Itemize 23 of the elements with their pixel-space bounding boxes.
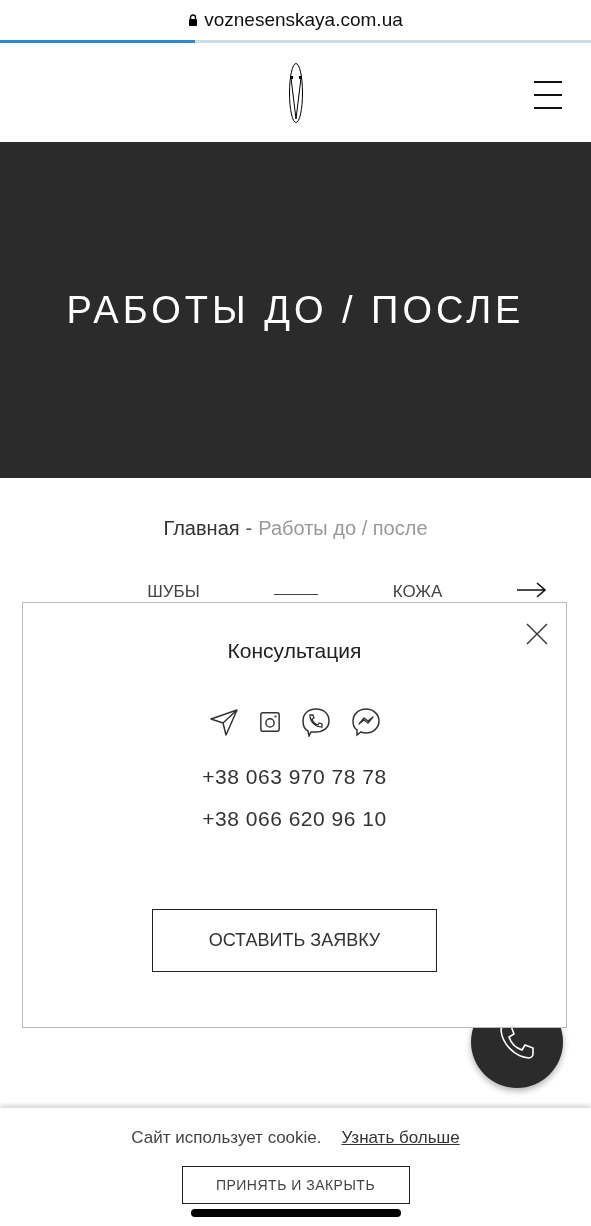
phone-number-link[interactable]: +38 063 970 78 78 (202, 765, 387, 789)
accept-button[interactable]: ПРИНЯТЬ И ЗАКРЫТЬ (181, 1166, 410, 1204)
phone-number-link[interactable]: +38 066 620 96 10 (202, 807, 387, 831)
paper-plane-icon[interactable] (208, 707, 239, 737)
breadcrumb-separator: - (245, 516, 253, 540)
menu-icon[interactable] (533, 81, 563, 109)
hero-title: РАБОТЫ ДО / ПОСЛЕ (66, 288, 525, 332)
close-icon[interactable] (526, 623, 548, 645)
url-text[interactable]: voznesenskaya.com.ua (204, 9, 403, 31)
arrow-right-icon[interactable] (517, 582, 547, 598)
submit-request-button[interactable]: ОСТАВИТЬ ЗАЯВКУ (152, 909, 437, 972)
filter-tab[interactable]: ШУБЫ (113, 582, 234, 602)
modal-title: Консультация (227, 639, 362, 663)
filter-tab[interactable]: КОЖА (357, 582, 478, 602)
camera-icon[interactable] (258, 711, 281, 733)
lock-icon (188, 14, 199, 26)
breadcrumb-home-link[interactable]: Главная (163, 516, 240, 540)
phone-bubble-icon[interactable] (300, 707, 331, 737)
logo-icon[interactable] (287, 61, 304, 124)
learn-more-link[interactable]: Узнать больше (341, 1128, 460, 1148)
breadcrumb-current: Работы до / после (258, 516, 428, 540)
cookie-notice: Сайт использует cookie. (131, 1128, 322, 1148)
messenger-icon[interactable] (350, 707, 381, 737)
